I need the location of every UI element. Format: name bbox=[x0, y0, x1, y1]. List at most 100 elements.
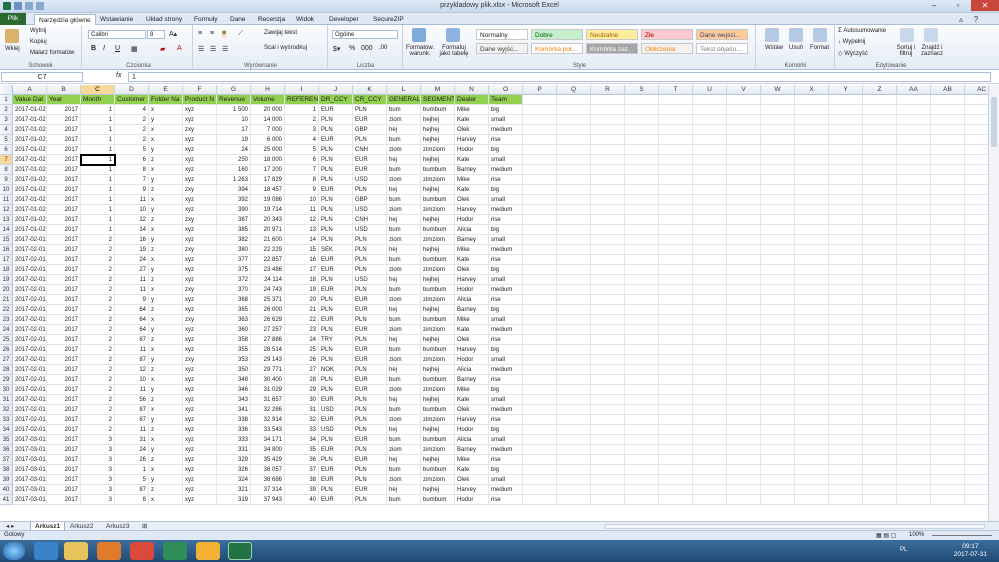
data-cell[interactable]: PLN bbox=[353, 395, 387, 405]
empty-cell[interactable] bbox=[795, 95, 829, 105]
align-top-icon[interactable]: ≡ bbox=[198, 30, 202, 37]
data-cell[interactable]: 2 bbox=[81, 285, 115, 295]
data-cell[interactable]: small bbox=[489, 115, 523, 125]
empty-cell[interactable] bbox=[727, 475, 761, 485]
header-cell[interactable]: SEGMENT bbox=[421, 95, 455, 105]
column-header-t[interactable]: T bbox=[659, 85, 693, 95]
empty-cell[interactable] bbox=[591, 415, 625, 425]
data-cell[interactable]: 2017 bbox=[47, 435, 81, 445]
data-cell[interactable]: 23 bbox=[285, 325, 319, 335]
row-header[interactable]: 38 bbox=[0, 465, 13, 475]
empty-cell[interactable] bbox=[659, 375, 693, 385]
empty-cell[interactable] bbox=[625, 235, 659, 245]
column-header-r[interactable]: R bbox=[591, 85, 625, 95]
data-cell[interactable]: PLN bbox=[353, 315, 387, 325]
data-cell[interactable]: 14 000 bbox=[251, 115, 285, 125]
data-cell[interactable]: 2 bbox=[81, 265, 115, 275]
data-cell[interactable]: rise bbox=[489, 295, 523, 305]
data-cell[interactable]: 19 714 bbox=[251, 205, 285, 215]
empty-cell[interactable] bbox=[727, 275, 761, 285]
data-cell[interactable]: 2017 bbox=[47, 225, 81, 235]
data-cell[interactable]: EUR bbox=[353, 305, 387, 315]
empty-cell[interactable] bbox=[863, 205, 897, 215]
row-header[interactable]: 8 bbox=[0, 165, 13, 175]
empty-cell[interactable] bbox=[523, 435, 557, 445]
empty-cell[interactable] bbox=[557, 415, 591, 425]
data-cell[interactable]: GBP bbox=[353, 195, 387, 205]
scroll-thumb[interactable] bbox=[991, 97, 997, 147]
empty-cell[interactable] bbox=[659, 145, 693, 155]
data-cell[interactable]: Barney bbox=[455, 165, 489, 175]
data-cell[interactable]: 2017 bbox=[47, 445, 81, 455]
empty-cell[interactable] bbox=[829, 345, 863, 355]
empty-cell[interactable] bbox=[829, 265, 863, 275]
empty-cell[interactable] bbox=[523, 375, 557, 385]
media-player-icon[interactable] bbox=[97, 542, 121, 560]
empty-cell[interactable] bbox=[795, 225, 829, 235]
empty-cell[interactable] bbox=[693, 285, 727, 295]
bold-icon[interactable]: B bbox=[91, 45, 96, 52]
empty-cell[interactable] bbox=[795, 135, 829, 145]
empty-cell[interactable] bbox=[523, 485, 557, 495]
empty-cell[interactable] bbox=[591, 225, 625, 235]
empty-cell[interactable] bbox=[625, 355, 659, 365]
data-cell[interactable]: 56 bbox=[115, 395, 149, 405]
empty-cell[interactable] bbox=[591, 265, 625, 275]
column-header-i[interactable]: I bbox=[285, 85, 319, 95]
empty-cell[interactable] bbox=[523, 145, 557, 155]
empty-cell[interactable] bbox=[625, 265, 659, 275]
empty-cell[interactable] bbox=[693, 375, 727, 385]
empty-cell[interactable] bbox=[931, 375, 965, 385]
empty-cell[interactable] bbox=[659, 265, 693, 275]
data-cell[interactable]: Kate bbox=[455, 155, 489, 165]
empty-cell[interactable] bbox=[625, 455, 659, 465]
tab-insert[interactable]: Wstawianie bbox=[96, 14, 137, 25]
empty-cell[interactable] bbox=[557, 495, 591, 505]
data-cell[interactable]: PLN bbox=[353, 495, 387, 505]
empty-cell[interactable] bbox=[795, 475, 829, 485]
data-cell[interactable]: Barney bbox=[455, 235, 489, 245]
empty-cell[interactable] bbox=[863, 275, 897, 285]
empty-cell[interactable] bbox=[693, 105, 727, 115]
empty-cell[interactable] bbox=[897, 175, 931, 185]
empty-cell[interactable] bbox=[557, 405, 591, 415]
empty-cell[interactable] bbox=[761, 445, 795, 455]
empty-cell[interactable] bbox=[863, 265, 897, 275]
data-cell[interactable]: PLN bbox=[353, 235, 387, 245]
empty-cell[interactable] bbox=[897, 115, 931, 125]
data-cell[interactable]: 2017 bbox=[47, 135, 81, 145]
data-cell[interactable]: 2017-01-02 bbox=[13, 225, 47, 235]
data-cell[interactable]: z bbox=[149, 365, 183, 375]
data-cell[interactable]: medium bbox=[489, 205, 523, 215]
data-cell[interactable]: xyz bbox=[183, 455, 217, 465]
data-cell[interactable]: Olek bbox=[455, 265, 489, 275]
minimize-icon[interactable]: – bbox=[923, 0, 945, 11]
empty-cell[interactable] bbox=[557, 395, 591, 405]
name-box[interactable]: C7 bbox=[1, 72, 83, 82]
font-color-icon[interactable]: A bbox=[177, 45, 182, 52]
data-cell[interactable]: 3 bbox=[81, 445, 115, 455]
data-cell[interactable]: 2017 bbox=[47, 305, 81, 315]
empty-cell[interactable] bbox=[625, 215, 659, 225]
data-cell[interactable]: PLN bbox=[319, 195, 353, 205]
insert-cells-icon[interactable] bbox=[765, 28, 779, 42]
header-cell[interactable]: Volume bbox=[251, 95, 285, 105]
empty-cell[interactable] bbox=[931, 475, 965, 485]
data-cell[interactable]: 17 bbox=[217, 125, 251, 135]
data-cell[interactable]: 25 000 bbox=[251, 145, 285, 155]
empty-cell[interactable] bbox=[829, 165, 863, 175]
empty-cell[interactable] bbox=[829, 365, 863, 375]
data-cell[interactable]: 326 bbox=[217, 465, 251, 475]
empty-cell[interactable] bbox=[897, 495, 931, 505]
row-header[interactable]: 37 bbox=[0, 455, 13, 465]
data-cell[interactable]: Harvey bbox=[455, 485, 489, 495]
data-cell[interactable]: bum bbox=[387, 465, 421, 475]
column-header-z[interactable]: Z bbox=[863, 85, 897, 95]
empty-cell[interactable] bbox=[625, 425, 659, 435]
orientation-icon[interactable]: ⟋ bbox=[238, 30, 243, 38]
column-header-w[interactable]: W bbox=[761, 85, 795, 95]
data-cell[interactable]: 29 143 bbox=[251, 355, 285, 365]
empty-cell[interactable] bbox=[591, 375, 625, 385]
row-header[interactable]: 3 bbox=[0, 115, 13, 125]
data-cell[interactable]: big bbox=[489, 185, 523, 195]
